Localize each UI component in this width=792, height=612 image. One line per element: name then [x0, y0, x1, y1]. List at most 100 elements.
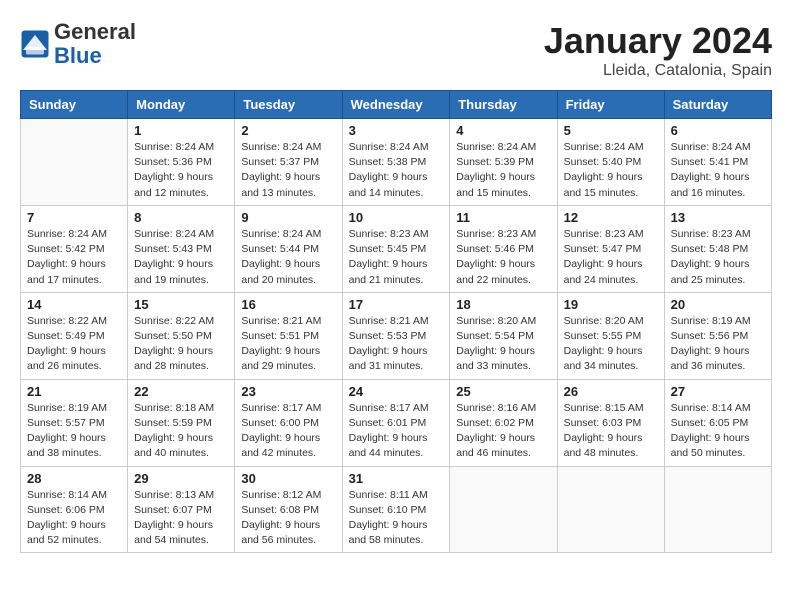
calendar-week-5: 28Sunrise: 8:14 AMSunset: 6:06 PMDayligh… — [21, 466, 772, 553]
logo-text: General Blue — [54, 20, 136, 68]
day-number: 8 — [134, 210, 228, 225]
calendar-week-3: 14 Sunrise: 8:22 AMSunset: 5:49 PMDayligh… — [21, 292, 772, 379]
day-info: Sunrise: 8:21 AMSunset: 5:53 PMDaylight:… — [349, 314, 444, 375]
logo-blue-text: Blue — [54, 44, 136, 68]
day-number: 30 — [241, 471, 335, 486]
day-info: Sunrise: 8:23 AMSunset: 5:46 PMDaylight:… — [456, 227, 550, 288]
day-info: Sunrise: 8:24 AMSunset: 5:43 PMDaylight:… — [134, 227, 228, 288]
calendar-cell: 28Sunrise: 8:14 AMSunset: 6:06 PMDayligh… — [21, 466, 128, 553]
calendar-cell: 19Sunrise: 8:20 AMSunset: 5:55 PMDayligh… — [557, 292, 664, 379]
day-number: 27 — [671, 384, 765, 399]
header-row: SundayMondayTuesdayWednesdayThursdayFrid… — [21, 91, 772, 119]
calendar-cell: 26Sunrise: 8:15 AMSunset: 6:03 PMDayligh… — [557, 379, 664, 466]
calendar-cell: 8 Sunrise: 8:24 AMSunset: 5:43 PMDaylight… — [128, 205, 235, 292]
calendar-header: SundayMondayTuesdayWednesdayThursdayFrid… — [21, 91, 772, 119]
day-number: 10 — [349, 210, 444, 225]
calendar-cell: 12 Sunrise: 8:23 AMSunset: 5:47 PMDayligh… — [557, 205, 664, 292]
calendar-cell — [664, 466, 771, 553]
day-info: Sunrise: 8:24 AMSunset: 5:37 PMDaylight:… — [241, 140, 335, 201]
day-number: 2 — [241, 123, 335, 138]
day-number: 12 — [564, 210, 658, 225]
day-number: 3 — [349, 123, 444, 138]
day-info: Sunrise: 8:23 AMSunset: 5:48 PMDaylight:… — [671, 227, 765, 288]
day-info: Sunrise: 8:14 AMSunset: 6:05 PMDaylight:… — [671, 401, 765, 462]
day-info: Sunrise: 8:12 AMSunset: 6:08 PMDaylight:… — [241, 488, 335, 549]
calendar-cell: 3 Sunrise: 8:24 AMSunset: 5:38 PMDaylight… — [342, 119, 450, 206]
header-day-saturday: Saturday — [664, 91, 771, 119]
calendar-cell: 21 Sunrise: 8:19 AMSunset: 5:57 PMDayligh… — [21, 379, 128, 466]
day-info: Sunrise: 8:22 AMSunset: 5:50 PMDaylight:… — [134, 314, 228, 375]
day-number: 22 — [134, 384, 228, 399]
calendar-cell: 14 Sunrise: 8:22 AMSunset: 5:49 PMDayligh… — [21, 292, 128, 379]
logo-icon — [20, 29, 50, 59]
day-number: 1 — [134, 123, 228, 138]
day-info: Sunrise: 8:24 AMSunset: 5:36 PMDaylight:… — [134, 140, 228, 201]
calendar-cell: 15 Sunrise: 8:22 AMSunset: 5:50 PMDayligh… — [128, 292, 235, 379]
day-number: 17 — [349, 297, 444, 312]
day-number: 11 — [456, 210, 550, 225]
location-title: Lleida, Catalonia, Spain — [544, 62, 772, 80]
header-day-thursday: Thursday — [450, 91, 557, 119]
day-number: 5 — [564, 123, 658, 138]
calendar-cell: 24Sunrise: 8:17 AMSunset: 6:01 PMDayligh… — [342, 379, 450, 466]
calendar-cell: 11 Sunrise: 8:23 AMSunset: 5:46 PMDayligh… — [450, 205, 557, 292]
day-info: Sunrise: 8:24 AMSunset: 5:40 PMDaylight:… — [564, 140, 658, 201]
day-info: Sunrise: 8:23 AMSunset: 5:47 PMDaylight:… — [564, 227, 658, 288]
calendar-cell — [557, 466, 664, 553]
calendar-cell: 4Sunrise: 8:24 AMSunset: 5:39 PMDaylight… — [450, 119, 557, 206]
day-number: 14 — [27, 297, 121, 312]
day-number: 4 — [456, 123, 550, 138]
day-info: Sunrise: 8:22 AMSunset: 5:49 PMDaylight:… — [27, 314, 121, 375]
calendar-cell: 16Sunrise: 8:21 AMSunset: 5:51 PMDayligh… — [235, 292, 342, 379]
calendar-cell: 25 Sunrise: 8:16 AMSunset: 6:02 PMDayligh… — [450, 379, 557, 466]
calendar-week-2: 7Sunrise: 8:24 AMSunset: 5:42 PMDaylight… — [21, 205, 772, 292]
day-number: 28 — [27, 471, 121, 486]
day-number: 19 — [564, 297, 658, 312]
calendar-cell — [450, 466, 557, 553]
day-number: 20 — [671, 297, 765, 312]
day-info: Sunrise: 8:19 AMSunset: 5:57 PMDaylight:… — [27, 401, 121, 462]
day-number: 21 — [27, 384, 121, 399]
day-number: 23 — [241, 384, 335, 399]
day-info: Sunrise: 8:24 AMSunset: 5:38 PMDaylight:… — [349, 140, 444, 201]
day-info: Sunrise: 8:13 AMSunset: 6:07 PMDaylight:… — [134, 488, 228, 549]
day-info: Sunrise: 8:24 AMSunset: 5:44 PMDaylight:… — [241, 227, 335, 288]
day-number: 29 — [134, 471, 228, 486]
calendar-cell: 31Sunrise: 8:11 AMSunset: 6:10 PMDayligh… — [342, 466, 450, 553]
day-info: Sunrise: 8:19 AMSunset: 5:56 PMDaylight:… — [671, 314, 765, 375]
day-number: 9 — [241, 210, 335, 225]
day-number: 18 — [456, 297, 550, 312]
calendar-week-1: 1 Sunrise: 8:24 AMSunset: 5:36 PMDaylight… — [21, 119, 772, 206]
calendar-cell: 27 Sunrise: 8:14 AMSunset: 6:05 PMDayligh… — [664, 379, 771, 466]
day-number: 15 — [134, 297, 228, 312]
calendar-cell: 6Sunrise: 8:24 AMSunset: 5:41 PMDaylight… — [664, 119, 771, 206]
calendar-cell: 20 Sunrise: 8:19 AMSunset: 5:56 PMDayligh… — [664, 292, 771, 379]
day-info: Sunrise: 8:16 AMSunset: 6:02 PMDaylight:… — [456, 401, 550, 462]
calendar-cell: 9 Sunrise: 8:24 AMSunset: 5:44 PMDaylight… — [235, 205, 342, 292]
day-number: 13 — [671, 210, 765, 225]
header-day-sunday: Sunday — [21, 91, 128, 119]
calendar-body: 1 Sunrise: 8:24 AMSunset: 5:36 PMDaylight… — [21, 119, 772, 553]
calendar-cell: 22 Sunrise: 8:18 AMSunset: 5:59 PMDayligh… — [128, 379, 235, 466]
day-number: 16 — [241, 297, 335, 312]
calendar-cell: 7Sunrise: 8:24 AMSunset: 5:42 PMDaylight… — [21, 205, 128, 292]
day-info: Sunrise: 8:20 AMSunset: 5:54 PMDaylight:… — [456, 314, 550, 375]
calendar-cell: 1 Sunrise: 8:24 AMSunset: 5:36 PMDaylight… — [128, 119, 235, 206]
calendar-cell: 30 Sunrise: 8:12 AMSunset: 6:08 PMDayligh… — [235, 466, 342, 553]
day-info: Sunrise: 8:24 AMSunset: 5:42 PMDaylight:… — [27, 227, 121, 288]
day-number: 6 — [671, 123, 765, 138]
day-number: 31 — [349, 471, 444, 486]
day-number: 25 — [456, 384, 550, 399]
calendar-cell: 23 Sunrise: 8:17 AMSunset: 6:00 PMDayligh… — [235, 379, 342, 466]
calendar-cell: 5 Sunrise: 8:24 AMSunset: 5:40 PMDaylight… — [557, 119, 664, 206]
day-info: Sunrise: 8:23 AMSunset: 5:45 PMDaylight:… — [349, 227, 444, 288]
calendar-table: SundayMondayTuesdayWednesdayThursdayFrid… — [20, 90, 772, 553]
day-info: Sunrise: 8:17 AMSunset: 6:00 PMDaylight:… — [241, 401, 335, 462]
header-day-tuesday: Tuesday — [235, 91, 342, 119]
calendar-week-4: 21 Sunrise: 8:19 AMSunset: 5:57 PMDayligh… — [21, 379, 772, 466]
header-day-monday: Monday — [128, 91, 235, 119]
day-info: Sunrise: 8:15 AMSunset: 6:03 PMDaylight:… — [564, 401, 658, 462]
day-info: Sunrise: 8:18 AMSunset: 5:59 PMDaylight:… — [134, 401, 228, 462]
header-day-friday: Friday — [557, 91, 664, 119]
logo: General Blue — [20, 20, 136, 68]
